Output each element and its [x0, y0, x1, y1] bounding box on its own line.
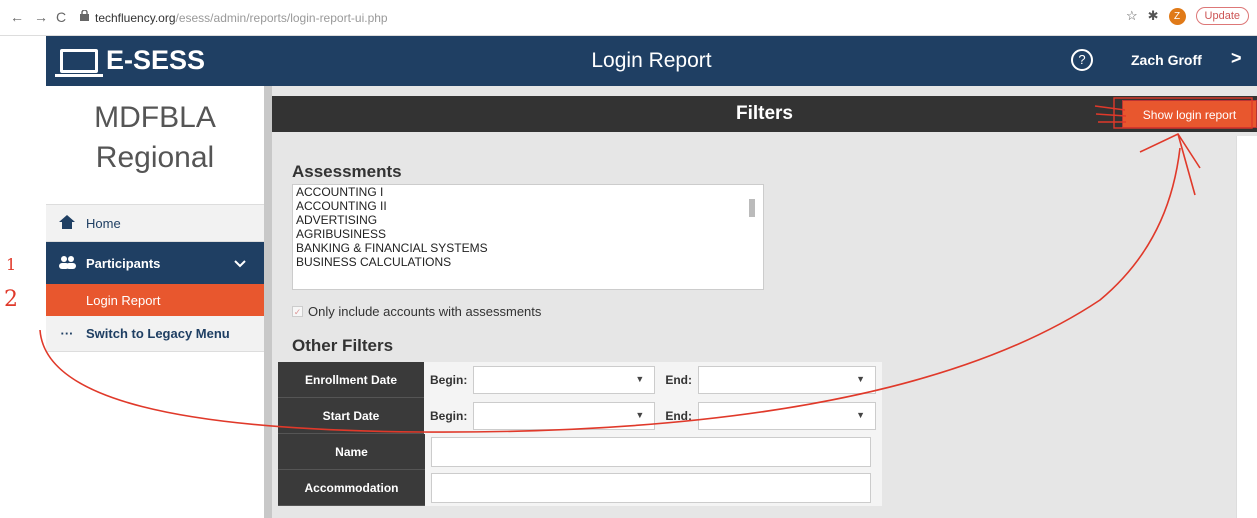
- name-input[interactable]: [431, 437, 871, 467]
- browser-toolbar: ← → C techfluency.org/esess/admin/report…: [0, 0, 1257, 36]
- home-icon: [58, 214, 76, 232]
- org-line-1: MDFBLA: [94, 101, 216, 134]
- address-bar[interactable]: techfluency.org/esess/admin/reports/logi…: [95, 11, 388, 25]
- assessments-title: Assessments: [292, 162, 402, 181]
- sidebar-item-home[interactable]: Home: [46, 204, 264, 242]
- update-button[interactable]: Update: [1195, 7, 1249, 25]
- other-filters-title: Other Filters: [292, 336, 394, 355]
- list-item[interactable]: ADVERTISING: [293, 213, 763, 227]
- reload-icon[interactable]: C: [56, 9, 66, 25]
- only-accounts-checkbox[interactable]: ✓: [292, 306, 303, 317]
- list-item[interactable]: ACCOUNTING I: [293, 185, 763, 199]
- enrollment-end-select[interactable]: ▼: [698, 366, 876, 394]
- enrollment-date-row: Enrollment Date Begin: ▼ End: ▼: [278, 362, 882, 398]
- name-row: Name: [278, 434, 882, 470]
- filters-header: Filters Show login report: [272, 96, 1257, 132]
- scroll-thumb[interactable]: [749, 199, 755, 217]
- only-accounts-label: Only include accounts with assessments: [308, 304, 542, 319]
- help-icon[interactable]: ?: [1071, 49, 1093, 71]
- caret-down-icon: ▼: [856, 374, 865, 384]
- organization-name: MDFBLA Regional: [46, 98, 264, 178]
- listbox-scrollbar[interactable]: [749, 193, 755, 283]
- list-item[interactable]: BUSINESS CALCULATIONS: [293, 255, 763, 269]
- start-date-label: Start Date: [278, 398, 424, 434]
- sidebar-item-legacy-menu[interactable]: ··· Switch to Legacy Menu: [46, 316, 264, 352]
- accommodation-row: Accommodation: [278, 470, 882, 506]
- start-begin-select[interactable]: ▼: [473, 402, 656, 430]
- url-path: /esess/admin/reports/login-report-ui.php: [175, 11, 388, 25]
- sidebar: MDFBLA Regional Home Participants Login …: [46, 86, 264, 518]
- user-name[interactable]: Zach Groff: [1131, 52, 1202, 68]
- chevron-right-icon[interactable]: >: [1231, 48, 1242, 69]
- end-label: End:: [665, 373, 692, 387]
- end-label: End:: [665, 409, 692, 423]
- assessments-listbox[interactable]: ACCOUNTING I ACCOUNTING II ADVERTISING A…: [292, 184, 764, 290]
- annotation-step-2: 2: [4, 287, 18, 312]
- url-host: techfluency.org: [95, 11, 176, 25]
- name-label: Name: [278, 434, 425, 470]
- sidebar-item-label: Login Report: [86, 292, 161, 308]
- begin-label: Begin:: [429, 373, 468, 387]
- caret-down-icon: ▼: [635, 410, 645, 420]
- sidebar-item-label: Switch to Legacy Menu: [86, 326, 230, 341]
- enrollment-begin-select[interactable]: ▼: [473, 366, 656, 394]
- chevron-down-icon: [234, 255, 246, 271]
- list-item[interactable]: AGRIBUSINESS: [293, 227, 763, 241]
- accommodation-input[interactable]: [431, 473, 871, 503]
- sidebar-item-login-report[interactable]: Login Report: [46, 284, 264, 316]
- filters-title: Filters: [735, 103, 794, 124]
- caret-down-icon: ▼: [635, 374, 645, 384]
- other-filters-table: Enrollment Date Begin: ▼ End: ▼ Start Da…: [278, 362, 882, 506]
- start-end-select[interactable]: ▼: [698, 402, 876, 430]
- annotation-step-1: 1: [6, 255, 16, 274]
- sidebar-item-label: Participants: [86, 255, 161, 271]
- back-icon[interactable]: ←: [10, 9, 24, 25]
- start-date-row: Start Date Begin: ▼ End: ▼: [278, 398, 882, 434]
- list-item[interactable]: BANKING & FINANCIAL SYSTEMS: [293, 241, 763, 255]
- forward-icon[interactable]: →: [34, 9, 48, 25]
- accommodation-label: Accommodation: [278, 470, 425, 506]
- dots-icon: ···: [60, 326, 74, 341]
- list-item[interactable]: ACCOUNTING II: [293, 199, 763, 213]
- main-content: Filters Show login report Assessments AC…: [264, 86, 1257, 518]
- org-line-2: Regional: [95, 141, 215, 174]
- star-icon[interactable]: ☆: [1126, 8, 1138, 24]
- page-scrollbar[interactable]: [1236, 136, 1257, 518]
- show-login-report-button[interactable]: Show login report: [1122, 100, 1257, 128]
- app-header: E-SESS Login Report ? Zach Groff >: [46, 36, 1257, 86]
- profile-avatar[interactable]: Z: [1168, 7, 1186, 25]
- begin-label: Begin:: [429, 409, 468, 423]
- sidebar-item-label: Home: [86, 215, 121, 231]
- lock-icon: [80, 10, 89, 21]
- only-accounts-row: ✓ Only include accounts with assessments: [292, 304, 541, 319]
- enrollment-date-label: Enrollment Date: [278, 362, 424, 398]
- caret-down-icon: ▼: [856, 410, 865, 420]
- users-icon: [58, 255, 76, 272]
- sidebar-item-participants[interactable]: Participants: [46, 242, 264, 284]
- extensions-icon[interactable]: ✱: [1148, 8, 1159, 24]
